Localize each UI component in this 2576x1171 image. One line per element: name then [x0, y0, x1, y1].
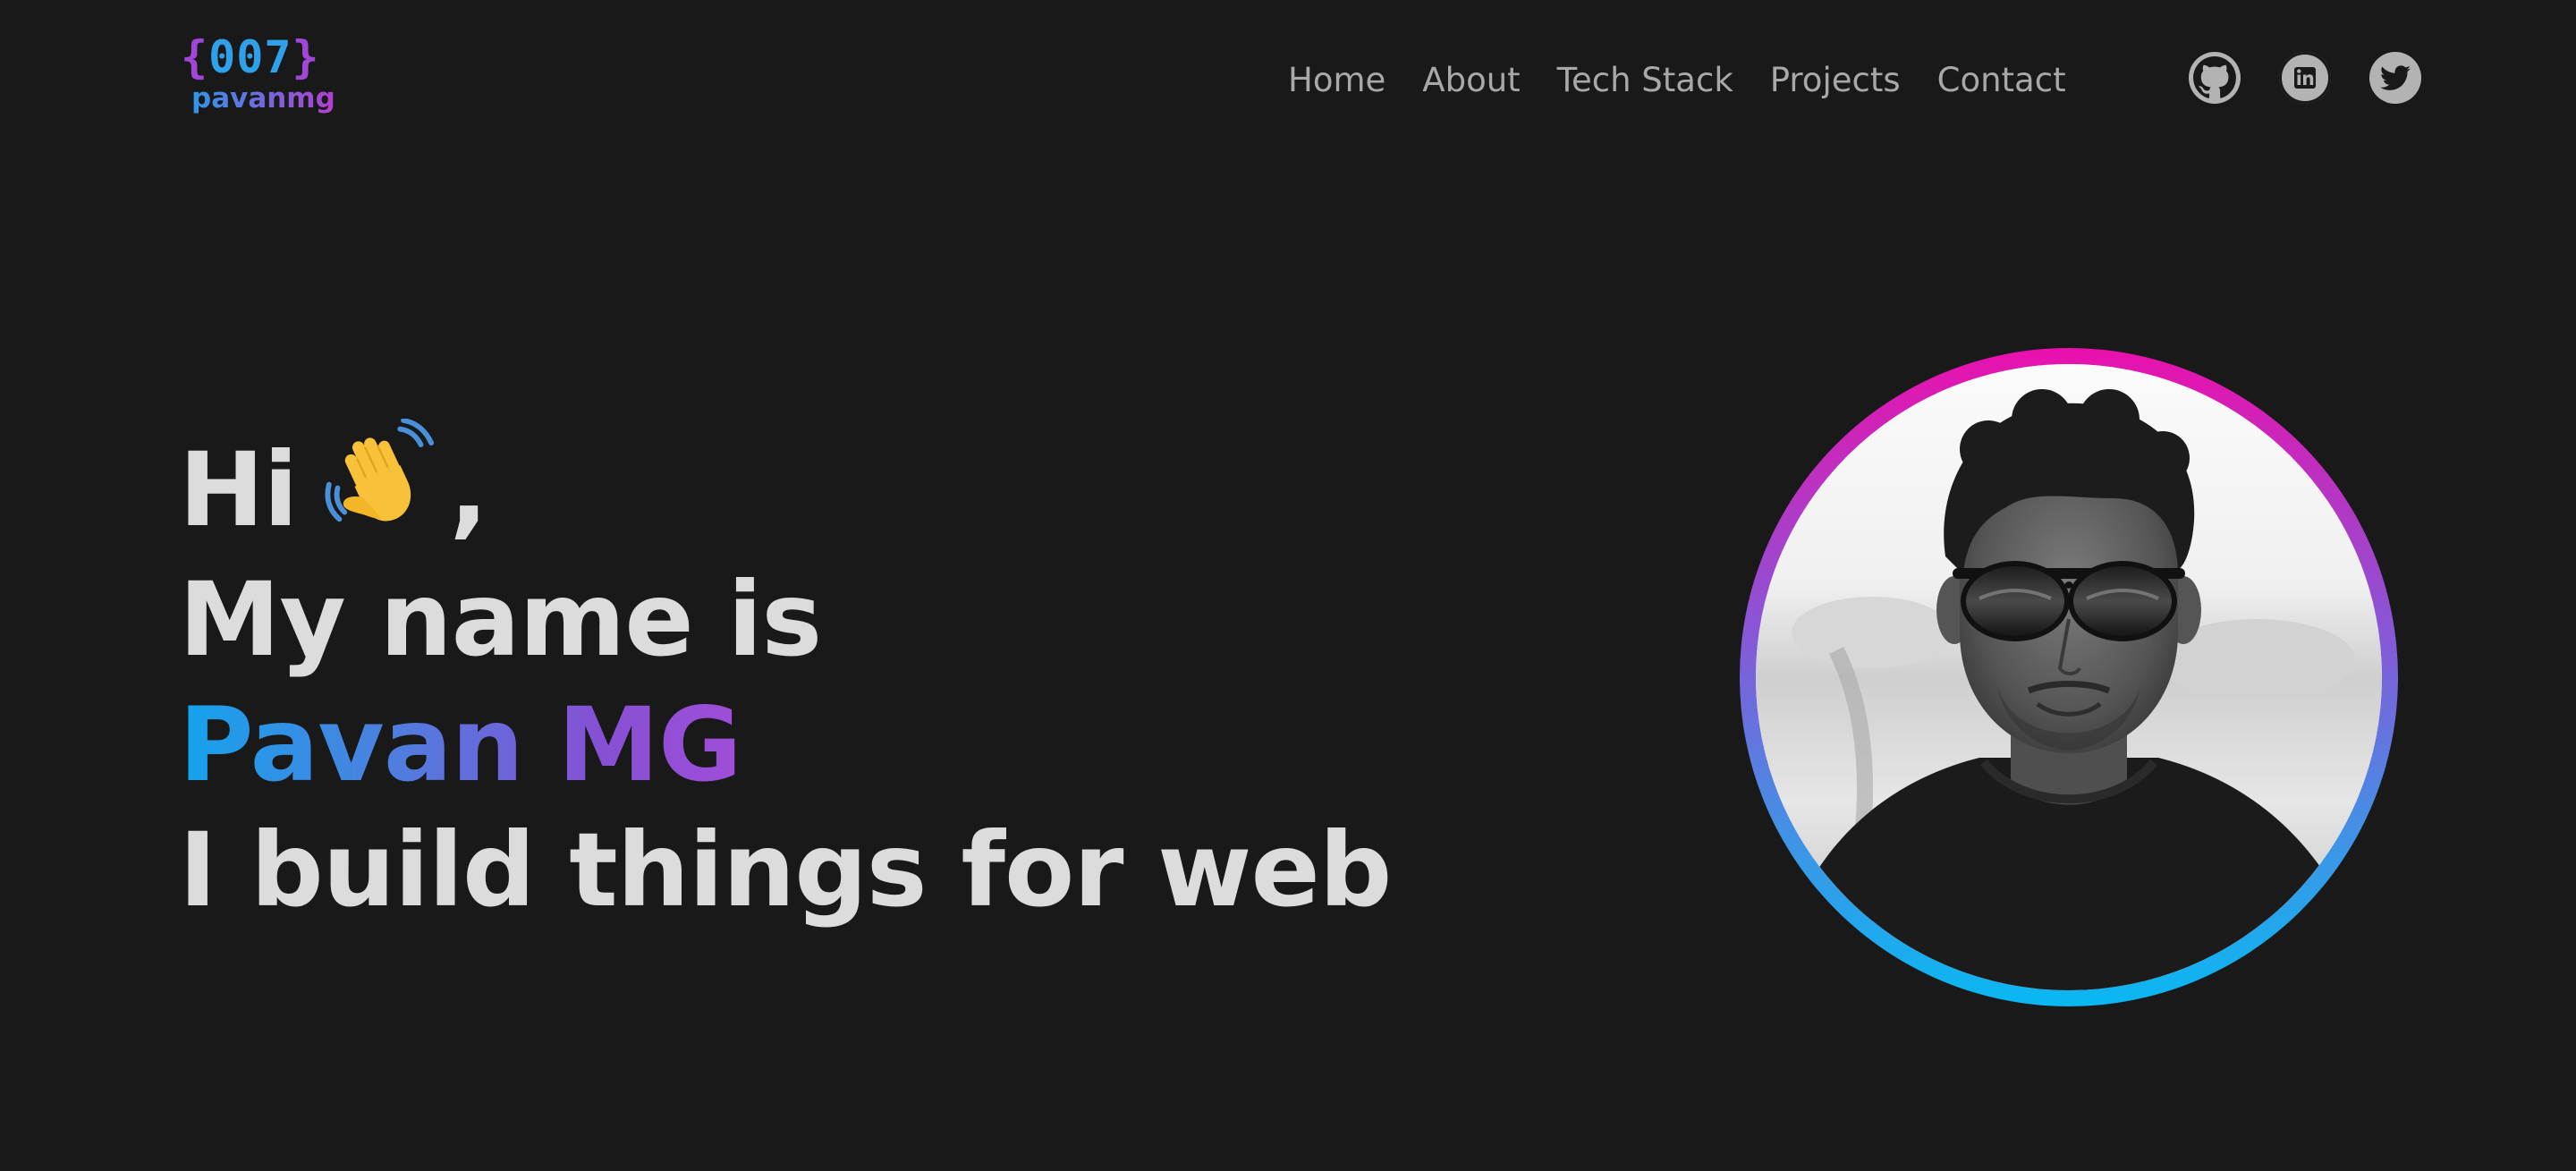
- hero-section: Hi , My name is Pavan MG I build things …: [179, 418, 1392, 933]
- logo-brace-close: }: [292, 31, 320, 83]
- twitter-icon: [2380, 65, 2411, 90]
- nav-about[interactable]: About: [1422, 55, 1520, 106]
- twitter-link[interactable]: [2369, 52, 2421, 104]
- hero-name-line: Pavan MG: [179, 683, 1391, 808]
- hero-greeting-comma: ,: [449, 430, 487, 549]
- logo-name: pavanmg: [191, 82, 335, 115]
- site-logo[interactable]: {007} pavanmg: [181, 32, 335, 118]
- nav-home[interactable]: Home: [1288, 55, 1385, 106]
- logo-digits: 007: [208, 31, 292, 83]
- nav-tech-stack[interactable]: Tech Stack: [1557, 55, 1733, 106]
- nav-contact[interactable]: Contact: [1937, 55, 2066, 106]
- hero-greeting-line: Hi ,: [179, 418, 1391, 557]
- linkedin-link[interactable]: [2279, 52, 2331, 104]
- hero-greeting: Hi: [179, 430, 298, 549]
- hero-name: Pavan MG: [179, 683, 742, 808]
- logo-brace-open: {: [181, 31, 209, 83]
- github-icon: [2193, 56, 2236, 98]
- main-nav: Home About Tech Stack Projects Contact: [1288, 55, 2066, 106]
- logo-code: {007}: [181, 32, 320, 82]
- profile-photo-ring: [1740, 348, 2398, 1006]
- hero-intro: My name is: [179, 560, 822, 680]
- linkedin-icon: [2279, 52, 2331, 104]
- github-link[interactable]: [2189, 52, 2241, 104]
- hero-tagline: I build things for web: [179, 810, 1392, 930]
- waving-hand-icon: [324, 418, 435, 557]
- nav-projects[interactable]: Projects: [1770, 55, 1901, 106]
- profile-photo: [1756, 364, 2382, 990]
